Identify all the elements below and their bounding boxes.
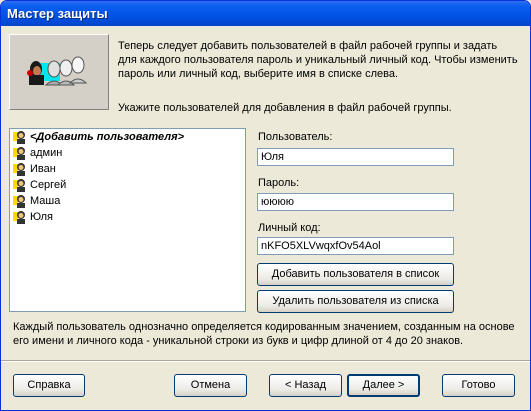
user-icon <box>13 195 25 208</box>
help-button[interactable]: Справка <box>13 374 85 397</box>
users-listbox[interactable]: <Добавить пользователя> админ Иван Серге… <box>9 128 246 312</box>
divider <box>1 360 530 362</box>
finish-button[interactable]: Готово <box>442 374 515 397</box>
title-bar: Мастер защиты <box>1 1 530 26</box>
list-item[interactable]: Маша <box>10 193 245 209</box>
list-item-label: админ <box>30 147 63 159</box>
pid-input[interactable]: nKFO5XLVwqxfOv54Aol <box>257 237 454 255</box>
list-item[interactable]: Сергей <box>10 177 245 193</box>
security-wizard-dialog: Мастер защиты Теперь следует добавить по… <box>0 0 531 411</box>
add-user-button[interactable]: Добавить пользователя в список <box>257 263 454 286</box>
back-button[interactable]: < Назад <box>269 374 342 397</box>
user-icon <box>13 131 25 144</box>
list-item-label: Сергей <box>30 179 67 191</box>
user-icon <box>13 163 25 176</box>
password-input[interactable]: юююю <box>257 193 454 211</box>
password-label: Пароль: <box>258 177 300 189</box>
remove-user-button[interactable]: Удалить пользователя из списка <box>257 290 454 313</box>
user-name-input[interactable]: Юля <box>257 148 454 166</box>
next-button[interactable]: Далее > <box>347 374 420 397</box>
user-icon <box>13 211 25 224</box>
list-item[interactable]: админ <box>10 145 245 161</box>
user-label: Пользователь: <box>258 131 333 143</box>
cancel-button[interactable]: Отмена <box>174 374 247 397</box>
list-item-label: Маша <box>30 195 61 207</box>
instruction-text: Укажите пользователей для добавления в ф… <box>118 102 452 114</box>
list-item[interactable]: <Добавить пользователя> <box>10 129 245 145</box>
note-text: Каждый пользователь однозначно определяе… <box>13 321 515 347</box>
intro-text: Теперь следует добавить пользователей в … <box>118 40 518 80</box>
pid-label: Личный код: <box>258 222 321 234</box>
list-item-label: Юля <box>30 211 53 223</box>
list-item[interactable]: Юля <box>10 209 245 225</box>
list-item-label: Иван <box>30 163 56 175</box>
user-icon <box>13 147 25 160</box>
list-item-label: <Добавить пользователя> <box>30 131 184 143</box>
users-group-icon <box>9 34 109 110</box>
user-icon <box>13 179 25 192</box>
list-item[interactable]: Иван <box>10 161 245 177</box>
